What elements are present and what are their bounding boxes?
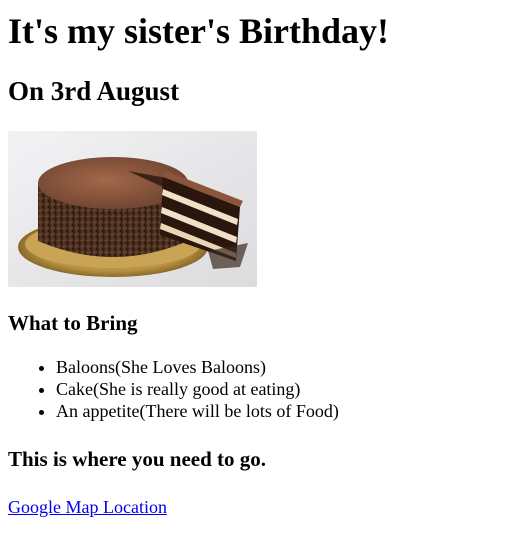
- location-heading: This is where you need to go.: [8, 447, 267, 471]
- google-map-link[interactable]: Google Map Location: [8, 496, 167, 518]
- list-item: Baloons(She Loves Baloons): [56, 356, 523, 378]
- chocolate-cake-image: [8, 131, 257, 287]
- what-to-bring-heading: What to Bring: [8, 311, 138, 335]
- list-item: Cake(She is really good at eating): [56, 378, 523, 400]
- list-item: An appetite(There will be lots of Food): [56, 400, 523, 422]
- page-title: It's my sister's Birthday!: [8, 11, 389, 51]
- date-heading: On 3rd August: [8, 76, 180, 106]
- bring-list: Baloons(She Loves Baloons) Cake(She is r…: [8, 356, 523, 422]
- page: It's my sister's Birthday! On 3rd August: [0, 0, 531, 518]
